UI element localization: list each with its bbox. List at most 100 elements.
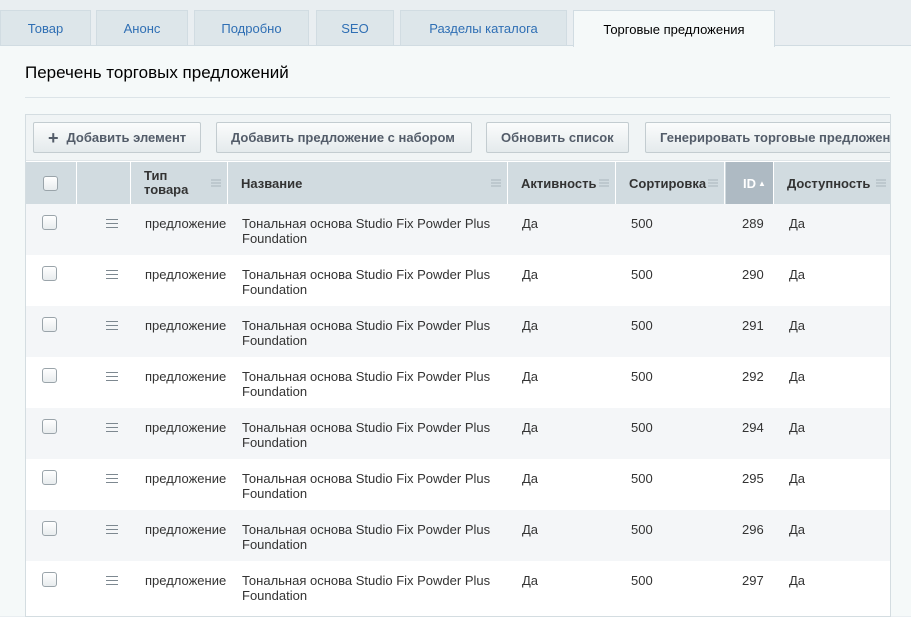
grid-toolbar: + Добавить элемент Добавить предложение … xyxy=(26,115,891,161)
cell-type: предложение xyxy=(145,420,227,435)
cell-type: предложение xyxy=(145,522,227,537)
row-checkbox[interactable] xyxy=(42,572,57,587)
sort-ascending-icon: ▲ xyxy=(758,178,766,188)
row-checkbox[interactable] xyxy=(42,266,57,281)
cell-name: Тональная основа Studio Fix Powder Plus … xyxy=(242,369,491,399)
row-menu-icon[interactable] xyxy=(106,372,118,381)
plus-icon: + xyxy=(48,127,59,148)
sort-handle-icon xyxy=(599,179,609,187)
cell-id: 289 xyxy=(742,216,764,231)
cell-availability: Да xyxy=(789,267,806,282)
generate-offers-label: Генерировать торговые предложения xyxy=(660,130,891,145)
column-type[interactable]: Тип товара xyxy=(131,162,228,204)
add-offer-set-label: Добавить предложение с набором xyxy=(231,130,455,145)
column-active[interactable]: Активность xyxy=(508,162,616,204)
cell-type: предложение xyxy=(145,471,227,486)
table-row[interactable]: предложение Тональная основа Studio Fix P… xyxy=(26,510,890,561)
cell-sort: 500 xyxy=(631,471,653,486)
cell-id: 290 xyxy=(742,267,764,282)
cell-availability: Да xyxy=(789,420,806,435)
cell-sort: 500 xyxy=(631,573,653,588)
grid-body: предложение Тональная основа Studio Fix P… xyxy=(26,204,890,612)
column-sort[interactable]: Сортировка xyxy=(616,162,725,204)
header-actions xyxy=(77,162,131,204)
cell-id: 297 xyxy=(742,573,764,588)
cell-sort: 500 xyxy=(631,522,653,537)
add-offer-set-button[interactable]: Добавить предложение с набором xyxy=(216,122,472,153)
table-row[interactable]: предложение Тональная основа Studio Fix P… xyxy=(26,204,890,255)
row-menu-icon[interactable] xyxy=(106,219,118,228)
tab-panel: Перечень торговых предложений + Добавить… xyxy=(0,45,911,617)
cell-active: Да xyxy=(522,522,539,537)
table-row[interactable]: предложение Тональная основа Studio Fix P… xyxy=(26,459,890,510)
row-checkbox[interactable] xyxy=(42,419,57,434)
add-element-label: Добавить элемент xyxy=(66,130,187,145)
header-select-all xyxy=(26,162,77,204)
cell-name: Тональная основа Studio Fix Powder Plus … xyxy=(242,573,491,603)
cell-sort: 500 xyxy=(631,420,653,435)
column-availability-label: Доступность xyxy=(787,175,871,191)
column-id[interactable]: ID ▲ xyxy=(726,162,774,204)
cell-name: Тональная основа Studio Fix Powder Plus … xyxy=(242,471,491,501)
cell-active: Да xyxy=(522,573,539,588)
generate-offers-button[interactable]: Генерировать торговые предложения xyxy=(645,122,891,153)
cell-name: Тональная основа Studio Fix Powder Plus … xyxy=(242,216,491,246)
table-row[interactable]: предложение Тональная основа Studio Fix P… xyxy=(26,561,890,612)
row-menu-icon[interactable] xyxy=(106,423,118,432)
cell-availability: Да xyxy=(789,369,806,384)
section-title: Перечень торговых предложений xyxy=(25,63,289,82)
column-active-label: Активность xyxy=(521,175,597,191)
grid-header: Тип товара Название Активность Сортировк… xyxy=(26,162,890,204)
column-type-label: Тип товара xyxy=(144,168,189,197)
cell-active: Да xyxy=(522,267,539,282)
divider xyxy=(25,97,890,98)
column-id-label: ID xyxy=(743,175,756,191)
cell-id: 295 xyxy=(742,471,764,486)
table-row[interactable]: предложение Тональная основа Studio Fix P… xyxy=(26,255,890,306)
select-all-checkbox[interactable] xyxy=(43,175,58,191)
refresh-list-button[interactable]: Обновить список xyxy=(486,122,629,153)
cell-active: Да xyxy=(522,369,539,384)
row-menu-icon[interactable] xyxy=(106,270,118,279)
cell-active: Да xyxy=(522,318,539,333)
tab-seo[interactable]: SEO xyxy=(316,10,394,46)
row-checkbox[interactable] xyxy=(42,521,57,536)
refresh-list-label: Обновить список xyxy=(501,130,614,145)
cell-availability: Да xyxy=(789,471,806,486)
cell-active: Да xyxy=(522,471,539,486)
cell-sort: 500 xyxy=(631,369,653,384)
cell-type: предложение xyxy=(145,573,227,588)
column-name[interactable]: Название xyxy=(228,162,508,204)
row-menu-icon[interactable] xyxy=(106,321,118,330)
row-checkbox[interactable] xyxy=(42,317,57,332)
offers-grid: + Добавить элемент Добавить предложение … xyxy=(25,114,891,617)
cell-sort: 500 xyxy=(631,267,653,282)
cell-availability: Да xyxy=(789,573,806,588)
column-sort-label: Сортировка xyxy=(629,175,707,191)
table-row[interactable]: предложение Тональная основа Studio Fix P… xyxy=(26,357,890,408)
row-checkbox[interactable] xyxy=(42,215,57,230)
row-menu-icon[interactable] xyxy=(106,525,118,534)
tab-details[interactable]: Подробно xyxy=(194,10,309,46)
row-menu-icon[interactable] xyxy=(106,576,118,585)
row-menu-icon[interactable] xyxy=(106,474,118,483)
cell-availability: Да xyxy=(789,216,806,231)
table-row[interactable]: предложение Тональная основа Studio Fix P… xyxy=(26,408,890,459)
add-element-button[interactable]: + Добавить элемент xyxy=(33,122,201,153)
tab-product[interactable]: Товар xyxy=(0,10,91,46)
tab-trade-offers[interactable]: Торговые предложения xyxy=(573,10,775,47)
cell-name: Тональная основа Studio Fix Powder Plus … xyxy=(242,522,491,552)
cell-name: Тональная основа Studio Fix Powder Plus … xyxy=(242,267,491,297)
tab-catalog-sections[interactable]: Разделы каталога xyxy=(400,10,567,46)
cell-type: предложение xyxy=(145,369,227,384)
tab-announcement[interactable]: Анонс xyxy=(96,10,188,46)
column-availability[interactable]: Доступность xyxy=(774,162,890,204)
cell-type: предложение xyxy=(145,318,227,333)
cell-name: Тональная основа Studio Fix Powder Plus … xyxy=(242,420,491,450)
table-row[interactable]: предложение Тональная основа Studio Fix P… xyxy=(26,306,890,357)
cell-name: Тональная основа Studio Fix Powder Plus … xyxy=(242,318,491,348)
cell-sort: 500 xyxy=(631,318,653,333)
row-checkbox[interactable] xyxy=(42,368,57,383)
row-checkbox[interactable] xyxy=(42,470,57,485)
cell-type: предложение xyxy=(145,267,227,282)
